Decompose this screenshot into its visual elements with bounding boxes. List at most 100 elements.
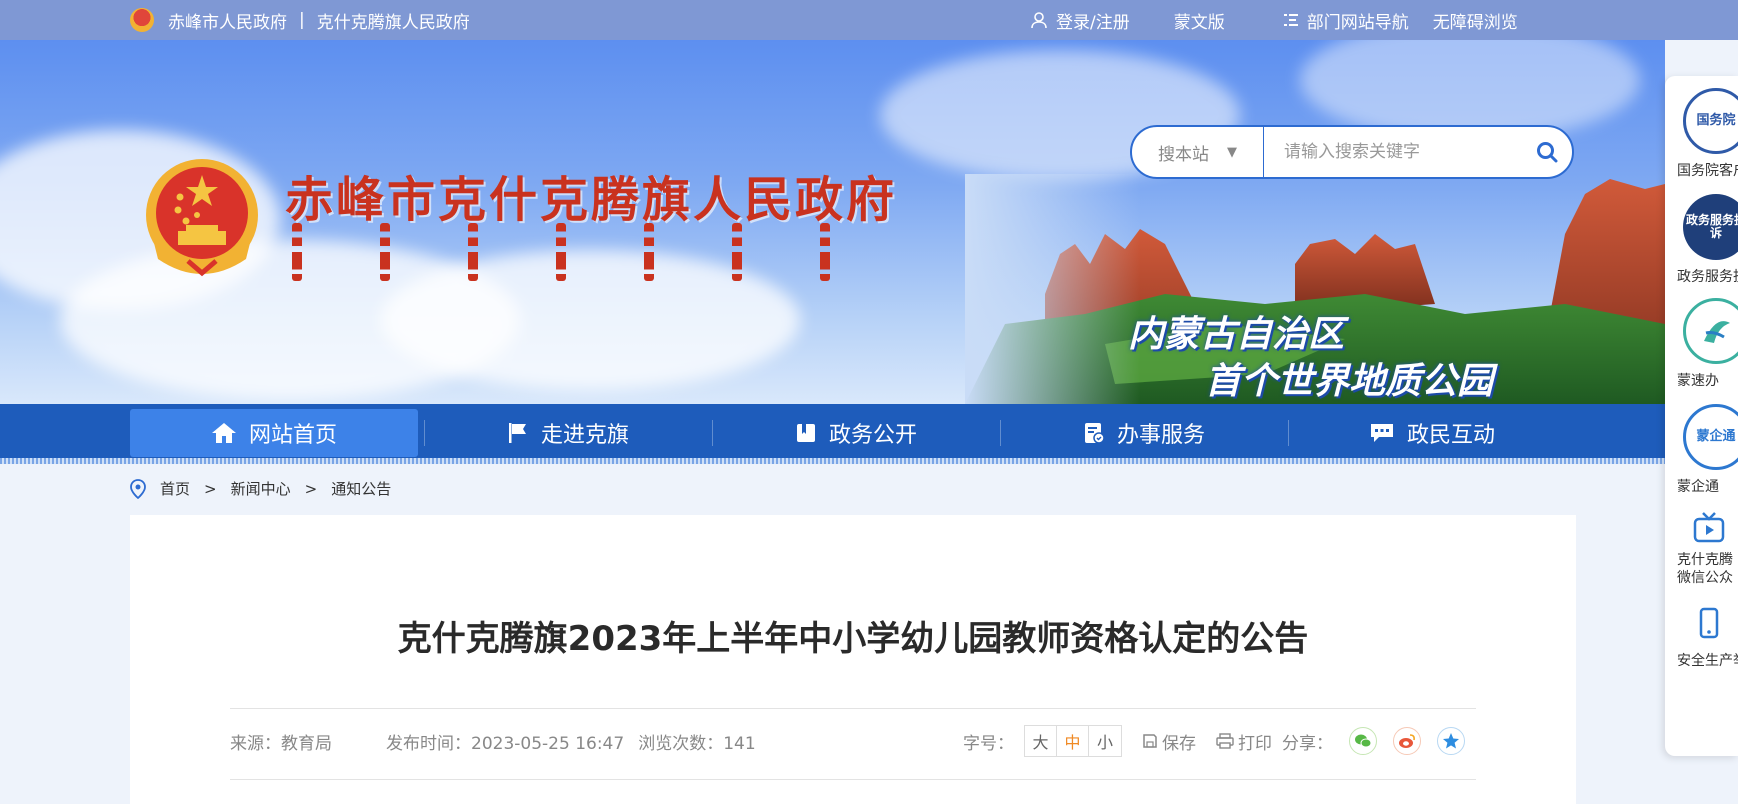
side-item-label: 克什克腾 [1677, 552, 1733, 568]
mongolian-version-link[interactable]: 蒙文版 [1174, 8, 1225, 33]
side-item-label: 微信公众 [1677, 569, 1733, 586]
top-separator: | [299, 10, 305, 30]
mobile-phone-icon [1689, 604, 1729, 644]
mongolian-label: 蒙文版 [1173, 12, 1225, 33]
side-item-state-council[interactable]: 国务院 国务院客户 [1677, 88, 1738, 180]
save-icon [1143, 734, 1157, 748]
side-item-label: 蒙速办 [1677, 373, 1719, 389]
dropdown-triangle-icon: ▼ [1227, 144, 1237, 160]
publish-value: 2023-05-25 16:47 [471, 734, 625, 754]
search-scope-select[interactable]: 搜本站 ▼ [1132, 127, 1264, 177]
side-item-label: 政务服务投 [1677, 269, 1738, 285]
side-item-mengsuban[interactable]: 蒙速办 [1677, 298, 1738, 390]
side-item-mengqitong[interactable]: 蒙企通 蒙企通 [1677, 404, 1738, 496]
nav-label: 政民互动 [1406, 423, 1495, 448]
complaint-icon-text: 政务服务投诉 [1685, 212, 1738, 240]
side-item-safety-report[interactable]: 安全生产举 [1677, 604, 1738, 670]
nav-about[interactable]: 走进克旗 [424, 404, 712, 462]
top-utility-links: 登录/注册 蒙文版 部门网站导航 无障碍浏览 [1030, 0, 1518, 40]
article-meta: 来源：教育局 发布时间：2023-05-25 16:47 浏览次数：141 [230, 729, 810, 754]
publish-label: 发布时间： [386, 734, 471, 754]
article-tools: 字号： 大 中 小 保存 打印 分享： [963, 725, 1465, 757]
nav-label: 网站首页 [248, 423, 337, 448]
city-gov-link[interactable]: 赤峰市人民政府 [168, 8, 287, 33]
location-pin-icon [130, 478, 146, 499]
nav-interaction[interactable]: 政民互动 [1288, 404, 1576, 462]
font-large-button[interactable]: 大 [1025, 726, 1057, 756]
share-wechat-button[interactable] [1349, 727, 1377, 755]
source-value: 教育局 [281, 734, 332, 754]
home-icon [211, 423, 236, 443]
slogan-line1: 内蒙古自治区 [1128, 314, 1345, 355]
font-medium-button[interactable]: 中 [1057, 726, 1089, 756]
accessibility-link[interactable]: 无障碍浏览 [1433, 8, 1518, 33]
mongolian-script-title [292, 223, 830, 281]
user-icon [1031, 12, 1047, 29]
font-small-button[interactable]: 小 [1089, 726, 1121, 756]
share-qzone-button[interactable] [1437, 727, 1465, 755]
article-publish-time: 发布时间：2023-05-25 16:47 [386, 729, 624, 754]
article-views: 浏览次数：141 [638, 729, 755, 754]
print-button[interactable]: 打印 [1216, 729, 1272, 754]
search-input[interactable] [1264, 127, 1522, 177]
state-council-icon: 国务院 [1683, 88, 1738, 154]
flag-icon [508, 423, 526, 443]
nav-gov-affairs[interactable]: 政务公开 [712, 404, 1000, 462]
article-title: 克什克腾旗2023年上半年中小学幼儿园教师资格认定的公告 [397, 619, 1309, 659]
side-item-complaint[interactable]: 政务服务投诉 政务服务投 [1677, 194, 1738, 286]
breadcrumb-home[interactable]: 首页 [160, 478, 190, 499]
nav-label: 办事服务 [1116, 423, 1205, 448]
mengqitong-icon-text: 蒙企通 [1696, 428, 1736, 444]
side-item-label: 国务院客户 [1677, 163, 1738, 179]
search-button[interactable] [1522, 127, 1572, 177]
nav-label: 走进克旗 [540, 423, 629, 448]
book-icon [796, 424, 815, 442]
chat-icon [1370, 424, 1393, 442]
side-item-wechat-account[interactable]: 克什克腾 微信公众 [1677, 508, 1738, 587]
share-weibo-button[interactable] [1393, 727, 1421, 755]
font-size-switcher: 大 中 小 [1024, 725, 1122, 757]
print-label: 打印 [1238, 733, 1272, 754]
login-link[interactable]: 登录/注册 [1030, 8, 1130, 33]
nav-label: 政务公开 [828, 423, 917, 448]
slogan-line2: 首个世界地质公园 [1205, 361, 1494, 402]
side-item-label: 安全生产举 [1677, 653, 1738, 669]
breadcrumb-separator: > [304, 479, 318, 498]
qzone-star-icon [1443, 733, 1459, 749]
county-gov-link[interactable]: 克什克腾旗人民政府 [317, 8, 470, 33]
search-icon [1537, 142, 1558, 163]
print-icon [1216, 733, 1234, 749]
source-label: 来源： [230, 734, 281, 754]
top-bar: 赤峰市人民政府 | 克什克腾旗人民政府 登录/注册 蒙文版 部门网站导航 无障碍… [0, 0, 1738, 40]
state-council-icon-text: 国务院 [1696, 112, 1736, 128]
nav-home[interactable]: 网站首页 [130, 409, 418, 457]
views-value: 141 [723, 734, 756, 754]
list-icon [1283, 14, 1298, 26]
header-banner: 赤峰市克什克腾旗人民政府 内蒙古自治区 首个世界地质公园 搜本站 ▼ [0, 40, 1665, 404]
article-source: 来源：教育局 [230, 729, 332, 754]
login-label: 登录/注册 [1056, 12, 1130, 33]
article-panel: 克什克腾旗2023年上半年中小学幼儿园教师资格认定的公告 来源：教育局 发布时间… [130, 515, 1576, 804]
views-label: 浏览次数： [638, 734, 724, 754]
main-nav: 网站首页 走进克旗 政务公开 办事服务 政民互动 [0, 404, 1665, 462]
mengqitong-icon: 蒙企通 [1683, 404, 1738, 470]
nav-divider-stripe [0, 458, 1665, 464]
weibo-icon [1399, 734, 1415, 748]
accessibility-label: 无障碍浏览 [1432, 12, 1518, 33]
dept-nav-link[interactable]: 部门网站导航 [1283, 8, 1409, 33]
dept-nav-label: 部门网站导航 [1306, 12, 1409, 33]
divider [230, 779, 1476, 780]
breadcrumb: 首页 > 新闻中心 > 通知公告 [130, 478, 391, 499]
complaint-icon: 政务服务投诉 [1683, 194, 1738, 260]
search-box: 搜本站 ▼ [1130, 125, 1574, 179]
breadcrumb-notices[interactable]: 通知公告 [331, 478, 391, 499]
service-icon [1084, 423, 1105, 444]
nav-services[interactable]: 办事服务 [1000, 404, 1288, 462]
save-button[interactable]: 保存 [1142, 729, 1196, 754]
top-links: 赤峰市人民政府 | 克什克腾旗人民政府 [130, 0, 470, 40]
site-title: 赤峰市克什克腾旗人民政府 [285, 172, 898, 228]
breadcrumb-news-center[interactable]: 新闻中心 [231, 478, 291, 499]
save-label: 保存 [1162, 733, 1196, 754]
font-size-label: 字号： [963, 733, 1014, 754]
search-scope-label: 搜本站 [1158, 144, 1209, 165]
